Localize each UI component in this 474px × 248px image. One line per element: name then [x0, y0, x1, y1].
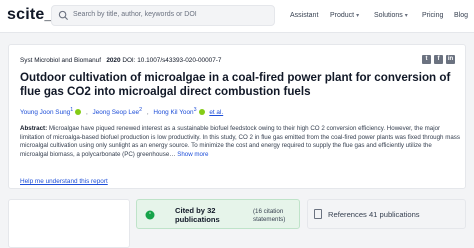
paper-card: Syst Microbiol and Biomanuf 2020 DOI: 10…	[8, 44, 466, 189]
paper-meta: Syst Microbiol and Biomanuf 2020 DOI: 10…	[20, 57, 221, 64]
nav-product[interactable]: Product ▾	[330, 12, 359, 19]
help-understand-link[interactable]: Help me understand this report	[20, 178, 108, 185]
twitter-icon[interactable]: t	[422, 55, 431, 64]
author-list: Young Joon Sung1 , Jeong Seop Lee2 , Hon…	[20, 107, 224, 117]
cited-by-label: Cited by 32 publications	[175, 206, 220, 224]
linkedin-icon[interactable]: in	[446, 55, 455, 64]
top-navbar: scite_ Search by title, author, keywords…	[0, 0, 474, 33]
facebook-icon[interactable]: f	[434, 55, 443, 64]
nav-assistant[interactable]: Assistant	[290, 12, 318, 19]
author-link[interactable]: Young Joon Sung1	[20, 107, 73, 116]
orcid-icon[interactable]	[75, 109, 82, 116]
et-al-link[interactable]: et al.	[209, 109, 223, 116]
abstract-text: Microalgae have piqued renewed interest …	[20, 125, 460, 158]
cited-by-tab[interactable]: ” Cited by 32 publications (16 citation …	[136, 199, 300, 229]
abstract-label: Abstract:	[20, 125, 48, 132]
document-icon	[314, 209, 322, 219]
author-link[interactable]: Jeong Seop Lee2	[93, 107, 143, 116]
nav-solutions[interactable]: Solutions ▾	[374, 12, 408, 19]
orcid-icon[interactable]	[198, 109, 205, 116]
citation-statements-count: (16 citation statements)	[253, 208, 286, 223]
paper-doi[interactable]: DOI: 10.1007/s43393-020-00007-7	[122, 57, 221, 64]
side-panel	[8, 199, 130, 248]
references-label: References 41 publications	[328, 210, 420, 219]
journal-name[interactable]: Syst Microbiol and Biomanuf	[20, 57, 101, 64]
quote-icon: ”	[145, 210, 155, 220]
scite-logo[interactable]: scite_	[7, 6, 54, 24]
nav-blog[interactable]: Blog	[454, 12, 468, 19]
paper-title: Outdoor cultivation of microalgae in a c…	[20, 71, 451, 98]
search-icon	[58, 10, 69, 21]
share-icons: t f in	[422, 55, 455, 64]
svg-text:”: ”	[149, 213, 151, 219]
abstract: Abstract: Microalgae have piqued renewed…	[20, 125, 460, 159]
chevron-down-icon: ▾	[356, 13, 360, 19]
paper-year: 2020	[106, 57, 121, 64]
show-more-link[interactable]: Show more	[177, 151, 208, 158]
search-input[interactable]: Search by title, author, keywords or DOI	[51, 5, 275, 26]
chevron-down-icon: ▾	[404, 13, 408, 19]
search-placeholder: Search by title, author, keywords or DOI	[73, 11, 197, 18]
nav-pricing[interactable]: Pricing	[422, 12, 443, 19]
references-tab[interactable]: References 41 publications	[307, 199, 466, 229]
author-link[interactable]: Hong Kil Yoon3	[153, 107, 196, 116]
